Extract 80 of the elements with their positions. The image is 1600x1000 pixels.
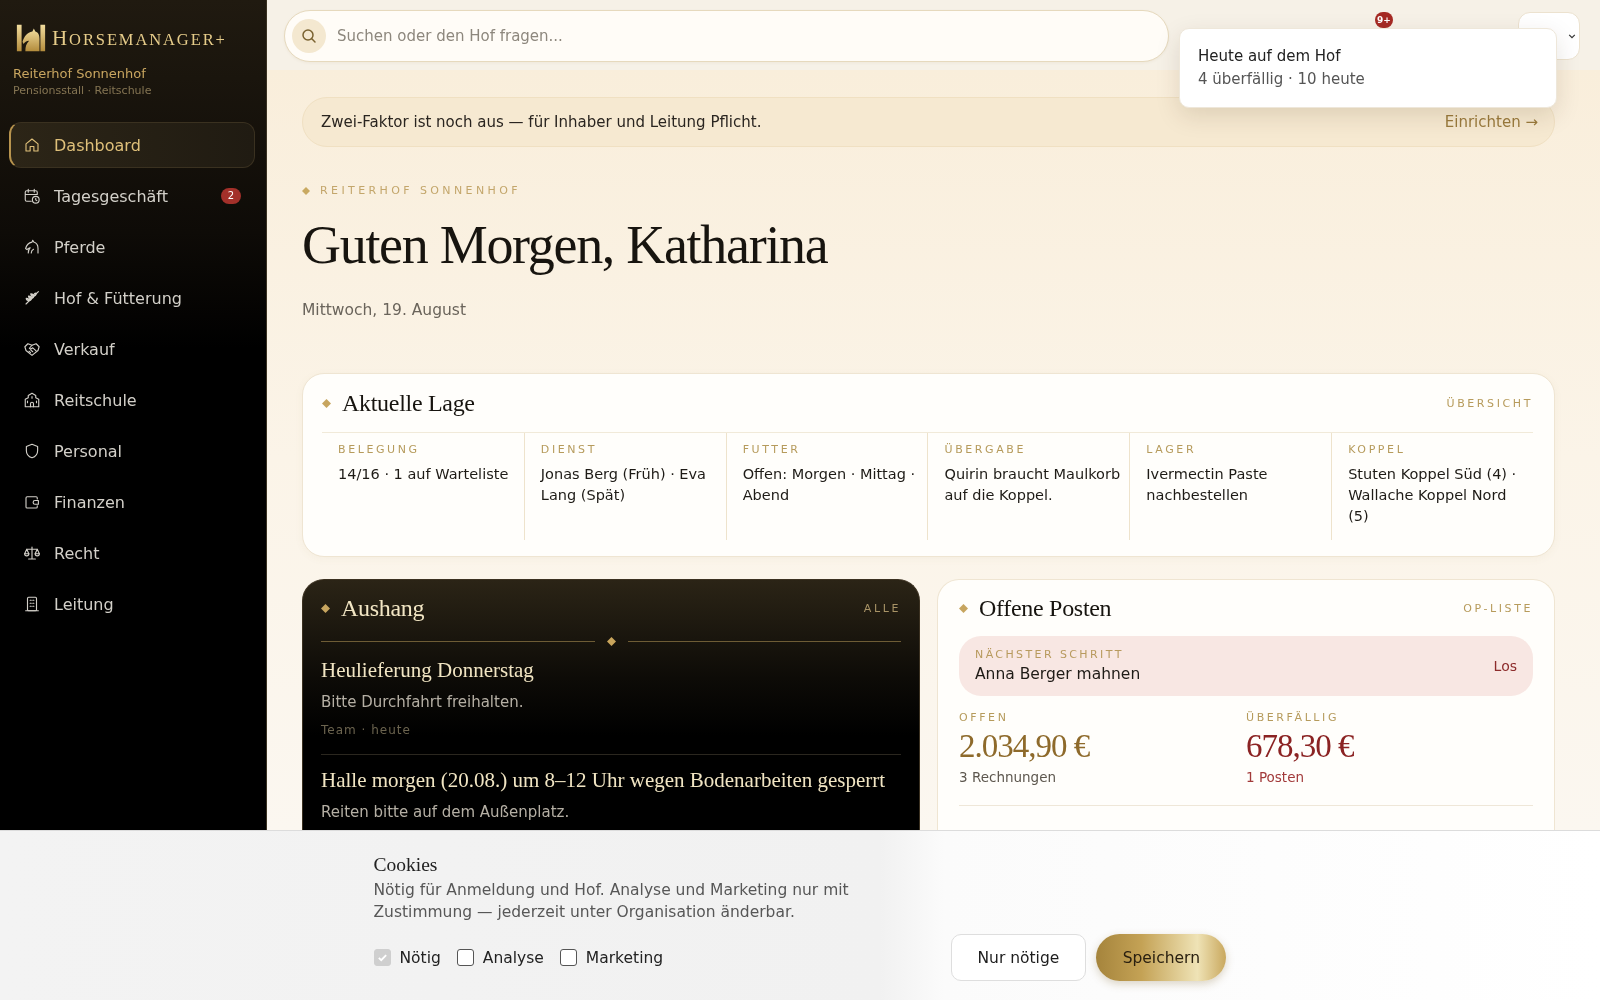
- status-label: ÜBERGABE: [944, 443, 1027, 457]
- count-badge: 2: [220, 188, 241, 204]
- status-value: Stuten Koppel Süd (4) · Wallache Koppel Nord (5): [1348, 465, 1518, 526]
- cookie-title: Cookies: [373, 853, 438, 877]
- status-label: BELEGUNG: [338, 443, 420, 457]
- status-value: 14/16 · 1 auf Warteliste: [338, 465, 509, 484]
- save-button[interactable]: Speichern: [1096, 934, 1227, 981]
- checkbox-label: Nötig: [399, 948, 441, 967]
- sidebar-item[interactable]: Leitung: [9, 581, 255, 627]
- checkbox[interactable]: [559, 949, 577, 966]
- card-title: Aktuelle Lage: [342, 389, 475, 417]
- card-title: Offene Posten: [979, 594, 1112, 622]
- calendar-clock-icon: [23, 187, 41, 205]
- sidebar-item[interactable]: Dashboard: [9, 122, 255, 168]
- home-icon: [23, 136, 41, 154]
- popover-summary: 4 überfällig · 10 heute: [1198, 69, 1365, 90]
- search-icon: [292, 19, 326, 53]
- handshake-icon: [23, 340, 41, 358]
- farm-name: Reiterhof Sonnenhof: [13, 66, 146, 81]
- notice-text: Reiten bitte auf dem Außenplatz.: [321, 802, 570, 823]
- chevron-down-icon: [1568, 32, 1576, 40]
- checkbox-label: Marketing: [585, 948, 664, 967]
- sidebar-item[interactable]: Reitschule: [9, 377, 255, 423]
- checkbox[interactable]: [456, 949, 474, 966]
- status-value: Jonas Berg (Früh) · Eva Lang (Spät): [540, 465, 707, 505]
- diamond-icon: [959, 603, 968, 613]
- status-value: Quirin braucht Maulkorb auf die Koppel.: [944, 465, 1122, 505]
- search-field[interactable]: Suchen oder den Hof fragen...: [284, 10, 1169, 62]
- eyebrow-text: REITERHOF SONNENHOF: [320, 184, 522, 198]
- notice-text: Bitte Durchfahrt freihalten.: [321, 692, 524, 713]
- card-title: Aushang: [341, 594, 425, 622]
- stat-label: OFFEN: [959, 711, 1009, 725]
- stat-amount: 678,30 €: [1246, 728, 1354, 764]
- school-building-icon: [23, 391, 41, 409]
- office-building-icon: [23, 595, 41, 613]
- stat-note: 3 Rechnungen: [959, 768, 1057, 786]
- all-link[interactable]: ALLE: [863, 601, 901, 615]
- necessary-only-button[interactable]: Nur nötige: [950, 934, 1087, 981]
- diamond-icon: [322, 398, 331, 408]
- notice-title: Halle morgen (20.08.) um 8–12 Uhr wegen Bodenarbeiten gesperrt: [321, 767, 886, 793]
- checkbox-label: Analyse: [482, 948, 544, 967]
- shield-icon: [23, 442, 41, 460]
- notification-badge: 9+: [1375, 12, 1393, 28]
- sidebar-item[interactable]: Finanzen: [9, 479, 255, 525]
- status-label: DIENST: [540, 443, 598, 457]
- scales-icon: [23, 544, 41, 562]
- status-label: FUTTER: [742, 443, 801, 457]
- banner-text: Zwei-Faktor ist noch aus — für Inhaber und Leitung Pflicht.: [321, 113, 762, 131]
- sidebar-item[interactable]: Personal: [9, 428, 255, 474]
- stat-amount: 2.034,90 €: [959, 728, 1090, 764]
- sidebar-item[interactable]: Hof & Fütterung: [9, 275, 255, 321]
- next-step-text: Anna Berger mahnen: [975, 664, 1141, 684]
- sidebar-item[interactable]: Recht: [9, 530, 255, 576]
- checkmark-icon: [376, 952, 388, 963]
- next-step-label: NÄCHSTER SCHRITT: [975, 648, 1124, 662]
- go-link[interactable]: Los: [1493, 658, 1517, 674]
- stat-note: 1 Posten: [1246, 768, 1304, 786]
- stat-label: ÜBERFÄLLIG: [1246, 711, 1340, 725]
- status-value: Offen: Morgen · Mittag · Abend: [742, 465, 917, 505]
- cookie-text: Nötig für Anmeldung und Hof. Analyse und Marketing nur mit Zustimmung — jederzeit unter Organisation änderbar.: [373, 880, 850, 923]
- brand-name: HORSEMANAGER+: [52, 25, 227, 51]
- horse-head-icon: [23, 238, 41, 256]
- popover-title: Heute auf dem Hof: [1198, 46, 1341, 67]
- diamond-icon: [606, 636, 616, 646]
- status-value: Ivermectin Paste nachbestellen: [1146, 465, 1269, 505]
- wheat-icon: [23, 289, 41, 307]
- notice-meta: Team · heute: [321, 722, 411, 738]
- sidebar-item[interactable]: Verkauf: [9, 326, 255, 372]
- wallet-icon: [23, 493, 41, 511]
- horse-emblem-icon: [15, 22, 47, 54]
- status-label: LAGER: [1146, 443, 1197, 457]
- date-text: Mittwoch, 19. August: [302, 301, 466, 320]
- farm-type: Pensionsstall · Reitschule: [13, 84, 152, 97]
- diamond-icon: [302, 187, 310, 195]
- sidebar-item[interactable]: Tagesgeschäft 2: [9, 173, 255, 219]
- status-label: KOPPEL: [1348, 443, 1406, 457]
- sidebar-item[interactable]: Pferde: [9, 224, 255, 270]
- greeting-heading: Guten Morgen, Katharina: [302, 215, 828, 275]
- diamond-icon: [321, 603, 330, 613]
- notice-title: Heulieferung Donnerstag: [321, 657, 534, 683]
